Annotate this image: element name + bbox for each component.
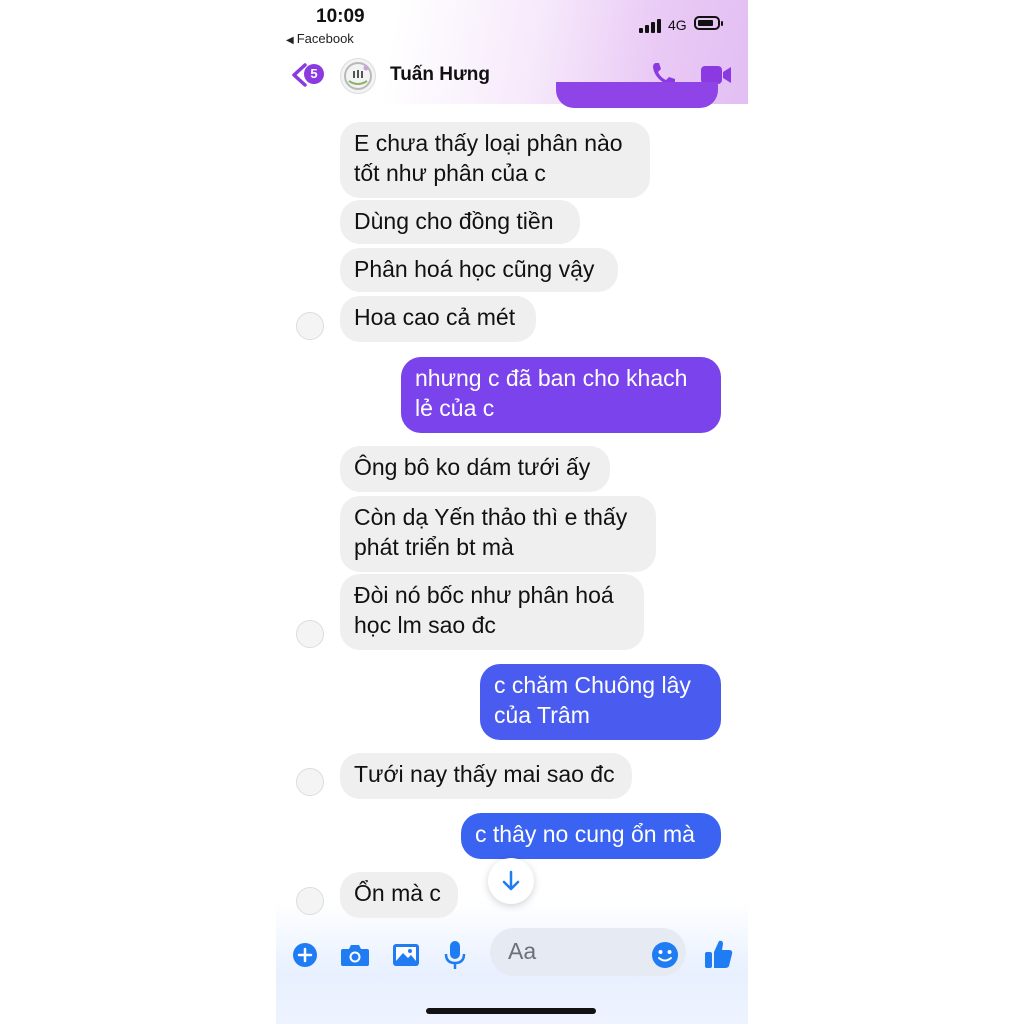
back-triangle-icon: ◀	[286, 35, 294, 46]
sent-message[interactable]: nhưng c đã ban cho khach lẻ của c	[401, 357, 721, 433]
message-line: phát triển bt mà	[354, 534, 514, 560]
message-line: tốt như phân của c	[354, 160, 546, 186]
arrow-down-icon	[502, 870, 520, 891]
message-line: c thây no cung ổn mà	[475, 821, 695, 847]
message-line: E chưa thấy loại phân nào	[354, 130, 623, 156]
received-message[interactable]: Đòi nó bốc như phân hoá học lm sao đc	[340, 574, 644, 650]
contact-mini-avatar	[296, 620, 324, 648]
message-line: c chăm Chuông lây	[494, 672, 691, 698]
contact-mini-avatar	[296, 768, 324, 796]
sent-message[interactable]: c thây no cung ổn mà	[461, 813, 721, 859]
back-app-label: Facebook	[296, 31, 354, 46]
message-input-placeholder: Aa	[508, 938, 537, 964]
unread-badge: 5	[304, 64, 324, 84]
back-to-app-link[interactable]: ◀ Facebook	[286, 31, 354, 46]
signal-icon	[639, 17, 661, 33]
scroll-to-bottom-button[interactable]	[488, 858, 534, 904]
received-message[interactable]: Còn dạ Yến thảo thì e thấy phát triển bt…	[340, 496, 656, 572]
message-line: Đòi nó bốc như phân hoá	[354, 582, 614, 608]
received-message[interactable]: Dùng cho đồng tiền	[340, 200, 580, 244]
previous-sent-bubble	[556, 82, 718, 108]
message-line: lẻ của c	[415, 395, 495, 421]
network-type: 4G	[668, 17, 687, 33]
message-line: Phân hoá học cũng vậy	[354, 256, 595, 282]
status-time: 10:09	[316, 6, 365, 27]
thumbs-up-icon[interactable]	[704, 938, 734, 970]
received-message[interactable]: Phân hoá học cũng vậy	[340, 248, 618, 292]
received-message[interactable]: Tưới nay thấy mai sao đc	[340, 753, 632, 799]
contact-avatar[interactable]	[340, 58, 376, 94]
message-line: Ổn mà c	[354, 880, 441, 906]
message-line: Dùng cho đồng tiền	[354, 208, 554, 234]
plus-icon[interactable]	[292, 942, 318, 968]
messenger-screen: 10:09 ◀ Facebook 4G 5 Tuấn Hưng E chưa th…	[276, 0, 748, 1024]
message-line: Tưới nay thấy mai sao đc	[354, 761, 615, 787]
message-line: Ông bô ko dám tưới ấy	[354, 454, 591, 480]
microphone-icon[interactable]	[444, 940, 466, 970]
received-message[interactable]: Ông bô ko dám tưới ấy	[340, 446, 610, 492]
received-message[interactable]: E chưa thấy loại phân nào tốt như phân c…	[340, 122, 650, 198]
message-line: của Trâm	[494, 702, 590, 728]
image-icon[interactable]	[392, 942, 420, 968]
message-line: học lm sao đc	[354, 612, 496, 638]
avatar-logo-icon	[344, 62, 372, 90]
contact-name[interactable]: Tuấn Hưng	[390, 64, 490, 86]
sent-message[interactable]: c chăm Chuông lây của Trâm	[480, 664, 721, 740]
message-line: Hoa cao cả mét	[354, 304, 516, 330]
emoji-icon[interactable]	[651, 941, 679, 969]
received-message[interactable]: Hoa cao cả mét	[340, 296, 536, 342]
message-line: nhưng c đã ban cho khach	[415, 365, 688, 391]
battery-icon	[694, 16, 723, 30]
received-message[interactable]: Ổn mà c	[340, 872, 458, 918]
camera-icon[interactable]	[340, 942, 370, 968]
contact-mini-avatar	[296, 312, 324, 340]
contact-mini-avatar	[296, 887, 324, 915]
message-line: Còn dạ Yến thảo thì e thấy	[354, 504, 628, 530]
home-indicator	[426, 1008, 596, 1014]
